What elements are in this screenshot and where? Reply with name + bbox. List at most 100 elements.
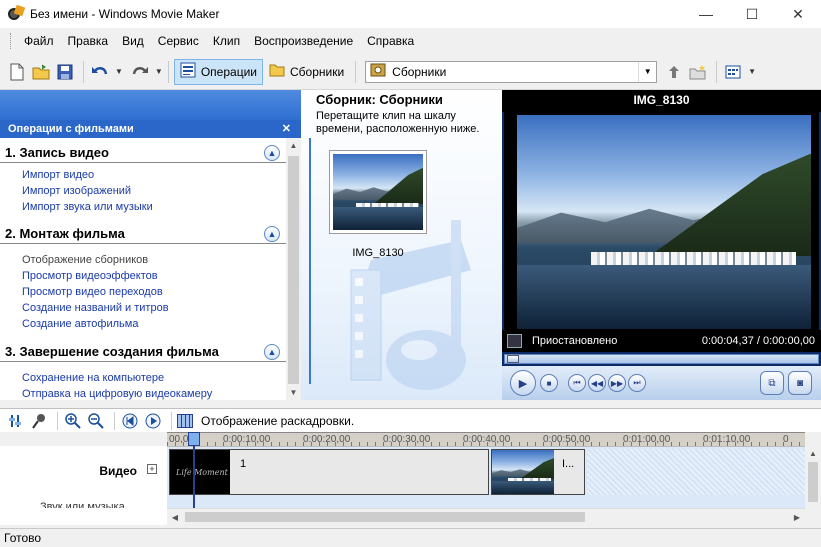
scroll-left-icon[interactable]: ◀: [167, 509, 183, 525]
tasks-button-label: Операции: [200, 64, 257, 79]
tasks-header-title: Операции с фильмами: [8, 123, 134, 135]
up-level-icon[interactable]: [663, 61, 685, 83]
scroll-right-icon[interactable]: ▶: [789, 509, 805, 525]
minimize-button[interactable]: —: [683, 0, 729, 28]
collapse-icon[interactable]: ▲: [264, 145, 280, 161]
task-link-send-camera[interactable]: Отправка на цифровую видеокамеру: [0, 386, 286, 400]
menu-help[interactable]: Справка: [360, 28, 421, 54]
new-collection-icon[interactable]: [687, 61, 709, 83]
set-audio-levels-icon[interactable]: [6, 411, 26, 431]
scroll-up-icon[interactable]: ▲: [805, 446, 821, 460]
tasks-button[interactable]: Операции: [173, 58, 263, 85]
scroll-thumb[interactable]: [185, 512, 585, 522]
ruler-label: 0:00:40,00: [463, 434, 511, 445]
undo-dropdown-icon[interactable]: ▼: [115, 67, 123, 76]
menu-tools[interactable]: Сервис: [151, 28, 206, 54]
expand-track-icon[interactable]: +: [147, 464, 157, 474]
preview-status-bar: Приостановлено 0:00:04,37 / 0:00:00,00: [502, 330, 821, 352]
maximize-button[interactable]: ☐: [729, 0, 775, 28]
task-link-import-pictures[interactable]: Импорт изображений: [0, 183, 286, 199]
rewind-timeline-icon[interactable]: [120, 411, 140, 431]
task-link-video-transitions[interactable]: Просмотр видео переходов: [0, 284, 286, 300]
scroll-down-icon[interactable]: ▼: [286, 385, 301, 400]
menu-playback[interactable]: Воспроизведение: [247, 28, 360, 54]
play-timeline-icon[interactable]: [143, 411, 163, 431]
scroll-corner: [0, 508, 167, 525]
preview-monitor: IMG_8130 Приостановлено 0:00:04,37 / 0:0…: [502, 90, 821, 400]
split-clip-icon[interactable]: ⧉: [760, 371, 784, 395]
collection-clip[interactable]: IMG_8130: [329, 146, 429, 259]
empty-track-area[interactable]: [587, 449, 805, 495]
task-link-automovie[interactable]: Создание автофильма: [0, 316, 286, 332]
timeline-separator: [171, 411, 172, 430]
menu-edit[interactable]: Правка: [61, 28, 116, 54]
scroll-up-icon[interactable]: ▲: [286, 138, 301, 153]
task-link-video-effects[interactable]: Просмотр видеоэффектов: [0, 268, 286, 284]
ruler-label: 0:01:00,00: [623, 434, 671, 445]
timeline-clip[interactable]: Life Moment 1: [169, 449, 489, 495]
seek-bar[interactable]: [504, 354, 819, 364]
redo-icon[interactable]: [129, 61, 151, 83]
previous-frame-icon[interactable]: ⏮: [568, 374, 586, 392]
chevron-down-icon[interactable]: ▼: [638, 61, 656, 82]
ruler-label: 0:01:10,00: [703, 434, 751, 445]
ruler-label: 0:00:20,00: [303, 434, 351, 445]
scroll-thumb[interactable]: [288, 156, 299, 384]
play-icon[interactable]: ▶: [510, 370, 536, 396]
open-project-icon[interactable]: [30, 61, 52, 83]
views-dropdown-icon[interactable]: ▼: [748, 67, 756, 76]
seek-knob[interactable]: [507, 355, 519, 363]
new-project-icon[interactable]: [6, 61, 28, 83]
timeline-horizontal-scrollbar[interactable]: ◀ ▶: [167, 508, 805, 525]
video-track[interactable]: Life Moment 1 I...: [167, 446, 805, 496]
menu-file[interactable]: Файл: [17, 28, 61, 54]
playhead-handle[interactable]: [188, 432, 200, 446]
tasks-scrollbar[interactable]: ▲ ▼: [286, 138, 301, 400]
menu-grip: [10, 33, 13, 49]
zoom-in-icon[interactable]: [63, 411, 83, 431]
ruler-label: 0: [783, 434, 789, 445]
collapse-icon[interactable]: ▲: [264, 344, 280, 360]
zoom-out-icon[interactable]: [86, 411, 106, 431]
storyboard-icon[interactable]: [177, 413, 193, 428]
scroll-thumb[interactable]: [808, 462, 818, 502]
folder-icon: [269, 63, 285, 80]
undo-icon[interactable]: [89, 61, 111, 83]
timeline-vertical-scrollbar[interactable]: ▲: [805, 446, 821, 508]
views-icon[interactable]: [722, 61, 744, 83]
narrate-timeline-icon[interactable]: [29, 411, 49, 431]
task-link-save-computer[interactable]: Сохранение на компьютере: [0, 370, 286, 386]
collection-select-value: Сборники: [392, 64, 447, 79]
show-storyboard-label[interactable]: Отображение раскадровки.: [201, 414, 354, 428]
task-link-titles-credits[interactable]: Создание названий и титров: [0, 300, 286, 316]
redo-dropdown-icon[interactable]: ▼: [155, 67, 163, 76]
next-frame-icon[interactable]: ⏭: [628, 374, 646, 392]
fast-forward-icon[interactable]: ▶▶: [608, 374, 626, 392]
task-link-import-video[interactable]: Импорт видео: [0, 167, 286, 183]
collection-divider: [309, 138, 311, 384]
save-project-icon[interactable]: [54, 61, 76, 83]
timeline-clip[interactable]: I...: [491, 449, 585, 495]
stop-icon[interactable]: ■: [540, 374, 558, 392]
menu-clip[interactable]: Клип: [206, 28, 247, 54]
close-button[interactable]: ✕: [775, 0, 821, 28]
task-section-finish[interactable]: 3. Завершение создания фильма ▲: [0, 342, 286, 362]
close-tasks-icon[interactable]: ✕: [282, 120, 291, 138]
menu-view[interactable]: Вид: [115, 28, 151, 54]
menu-bar: Файл Правка Вид Сервис Клип Воспроизведе…: [0, 28, 821, 54]
task-section-edit[interactable]: 2. Монтаж фильма ▲: [0, 224, 286, 244]
toolbar-separator: [716, 60, 718, 83]
audio-track[interactable]: [167, 496, 805, 508]
collapse-icon[interactable]: ▲: [264, 226, 280, 242]
take-picture-icon[interactable]: ◙: [788, 371, 812, 395]
task-link-show-collections[interactable]: Отображение сборников: [0, 252, 286, 268]
timeline-ruler[interactable]: 00,00 0:00:10,00 0:00:20,00 0:00:30,00 0…: [167, 432, 805, 446]
collection-icon: [370, 63, 386, 80]
collection-select[interactable]: Сборники ▼: [365, 60, 658, 83]
collections-button-label: Сборники: [289, 64, 345, 79]
task-link-import-audio[interactable]: Импорт звука или музыки: [0, 199, 286, 215]
clip-thumbnail[interactable]: [329, 150, 427, 234]
task-section-capture[interactable]: 1. Запись видео ▲: [0, 143, 286, 163]
rewind-icon[interactable]: ◀◀: [588, 374, 606, 392]
collections-button[interactable]: Сборники: [263, 59, 350, 85]
